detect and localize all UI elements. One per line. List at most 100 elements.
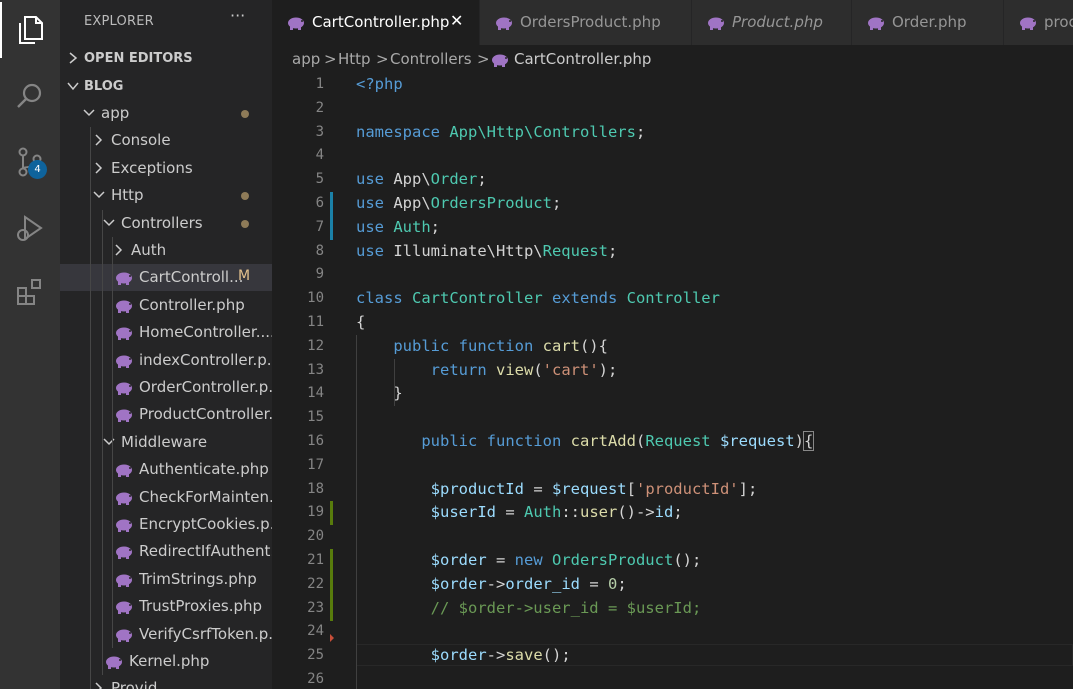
- breadcrumb-item[interactable]: Controllers: [390, 50, 472, 68]
- code-line[interactable]: 2: [272, 97, 1073, 121]
- tree-file[interactable]: Authenticate.php: [60, 456, 272, 483]
- token-ns: Request: [542, 241, 608, 260]
- code-line[interactable]: 12 public function cart(){: [272, 335, 1073, 359]
- code-text: {: [356, 313, 365, 331]
- code-line[interactable]: 22 $order->order_id = 0;: [272, 572, 1073, 597]
- line-number: 17: [307, 456, 324, 473]
- tab-proc[interactable]: proc: [1004, 0, 1073, 45]
- more-actions-button[interactable]: ···: [230, 6, 245, 25]
- code-line[interactable]: 17: [272, 454, 1073, 478]
- tree-folder[interactable]: Console: [60, 127, 272, 154]
- tree-file[interactable]: HomeController....: [60, 319, 272, 346]
- tree-folder[interactable]: Http: [60, 182, 272, 209]
- php-file-icon: [114, 491, 134, 509]
- token-plain: ): [794, 432, 804, 450]
- tree-folder[interactable]: Exceptions: [60, 155, 272, 182]
- token-fn: user: [579, 503, 618, 522]
- tab-order-php[interactable]: Order.php: [852, 0, 1004, 45]
- code-line[interactable]: 4: [272, 144, 1073, 168]
- code-line[interactable]: 15: [272, 406, 1073, 430]
- code-line[interactable]: 26: [272, 668, 1073, 689]
- tree-file[interactable]: VerifyCsrfToken.p...: [60, 621, 272, 648]
- tree-file[interactable]: Kernel.php: [60, 648, 272, 675]
- code-line[interactable]: 1 <?php: [272, 73, 1073, 97]
- code-line[interactable]: 3 namespace App\Http\Controllers;: [272, 121, 1073, 145]
- run-debug-icon[interactable]: [0, 200, 60, 256]
- tree-item-label: CartControll...: [139, 268, 244, 287]
- tree-folder[interactable]: Auth: [60, 237, 272, 264]
- code-line[interactable]: 19 $userId = Auth::user()->id;: [272, 501, 1073, 526]
- tree-item-label: CheckForMainten...: [139, 487, 272, 506]
- chevron-down-icon: [66, 79, 80, 97]
- close-icon[interactable]: ✕: [450, 11, 463, 30]
- php-file-icon: [114, 518, 134, 536]
- tree-item-label: HomeController....: [139, 323, 272, 342]
- code-line[interactable]: 8 use Illuminate\Http\Request;: [272, 240, 1073, 264]
- tab-ordersproduct-php[interactable]: OrdersProduct.php: [480, 0, 692, 45]
- token-kw: use: [356, 170, 394, 189]
- token-str: 'cart': [542, 360, 599, 379]
- tab-label: OrdersProduct.php: [520, 13, 661, 31]
- line-number: 5: [315, 171, 324, 188]
- code-line[interactable]: 10 class CartController extends Controlle…: [272, 287, 1073, 311]
- tree-folder[interactable]: Provid...: [60, 675, 272, 689]
- token-var: $order: [430, 574, 487, 593]
- token-fn: save: [505, 646, 543, 665]
- code-line[interactable]: 16 public function cartAdd(Request $requ…: [272, 430, 1073, 454]
- breadcrumb-item[interactable]: CartController.php: [514, 50, 651, 68]
- code-line[interactable]: 9: [272, 263, 1073, 287]
- code-line[interactable]: 13 return view('cart');: [272, 359, 1073, 383]
- token-ns: Order: [430, 170, 478, 189]
- code-line[interactable]: 7 use Auth;: [272, 215, 1073, 240]
- php-file-icon: [490, 53, 510, 71]
- code-editor[interactable]: 1 <?php 2 3 namespace App\Http\Controllers; 4…: [272, 73, 1073, 689]
- code-text: namespace App\Http\Controllers;: [356, 123, 645, 141]
- tab-product-php[interactable]: Product.php: [692, 0, 852, 45]
- gutter-added-marker: [330, 572, 333, 597]
- token-ns: Auth: [523, 503, 562, 522]
- tab-cartcontroller-php[interactable]: CartController.php ✕: [272, 0, 480, 45]
- code-line[interactable]: 20: [272, 525, 1073, 549]
- php-file-icon: [286, 15, 306, 34]
- code-line[interactable]: 11 {: [272, 311, 1073, 335]
- tree-file[interactable]: CartControll... M: [60, 264, 272, 292]
- code-line[interactable]: 25 $order->save();: [272, 644, 1073, 668]
- php-file-icon: [114, 573, 134, 591]
- tree-folder[interactable]: app: [60, 100, 272, 127]
- chevron-down-icon: [102, 435, 116, 453]
- tree-file[interactable]: OrderController.p...: [60, 374, 272, 401]
- tree-file[interactable]: EncryptCookies.p...: [60, 511, 272, 538]
- tree-folder[interactable]: Middleware: [60, 429, 272, 456]
- code-line[interactable]: 21 $order = new OrdersProduct();: [272, 549, 1073, 573]
- tree-file[interactable]: CheckForMainten...: [60, 484, 272, 511]
- open-editors-header[interactable]: OPEN EDITORS: [60, 46, 272, 72]
- tree-file[interactable]: TrimStrings.php: [60, 566, 272, 593]
- tree-item-label: Http: [111, 186, 144, 205]
- code-line[interactable]: 6 use App\OrdersProduct;: [272, 192, 1073, 216]
- tree-file[interactable]: RedirectIfAuthent...: [60, 538, 272, 565]
- extensions-icon[interactable]: [0, 264, 60, 320]
- code-line[interactable]: 14 }: [272, 382, 1073, 406]
- tree-file[interactable]: ProductController....: [60, 401, 272, 428]
- project-header[interactable]: BLOG: [60, 74, 272, 100]
- breadcrumb-item[interactable]: Http: [338, 50, 371, 68]
- tree-file[interactable]: TrustProxies.php: [60, 593, 272, 620]
- breadcrumb-item[interactable]: app: [292, 50, 320, 68]
- chevron-down-icon: [102, 216, 116, 234]
- code-text: use App\Order;: [356, 170, 487, 188]
- code-line[interactable]: 24: [272, 620, 1073, 644]
- search-icon[interactable]: [0, 68, 60, 124]
- code-line[interactable]: 23 // $order->user_id = $userId;: [272, 596, 1073, 621]
- tree-file[interactable]: Controller.php: [60, 292, 272, 319]
- line-number: 11: [307, 314, 324, 330]
- line-number: 19: [307, 504, 324, 521]
- tree-file[interactable]: indexController.p...: [60, 347, 272, 374]
- code-line[interactable]: 18 $productId = $request['productId'];: [272, 478, 1073, 502]
- tree-folder[interactable]: Controllers: [60, 210, 272, 237]
- code-line[interactable]: 5 use App\Order;: [272, 168, 1073, 192]
- explorer-files-icon[interactable]: [0, 2, 60, 58]
- line-number: 4: [315, 147, 324, 164]
- php-file-icon: [706, 15, 726, 34]
